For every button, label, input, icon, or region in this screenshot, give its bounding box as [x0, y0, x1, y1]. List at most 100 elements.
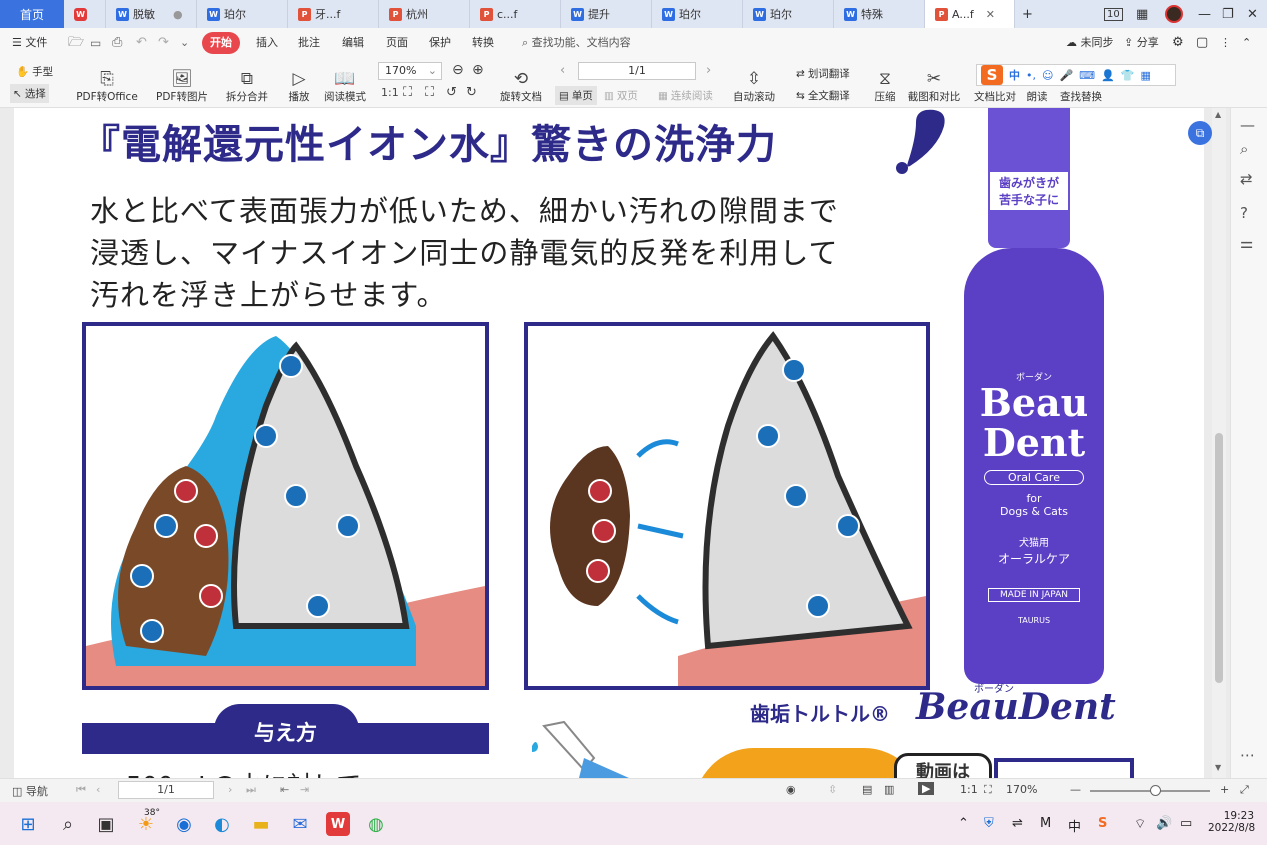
user-icon[interactable]: 👤 — [1101, 69, 1115, 82]
search-input[interactable]: ⌕ 查找功能、文档内容 — [522, 34, 722, 52]
task-view-icon[interactable]: ▣ — [94, 812, 118, 836]
menu-insert[interactable]: 插入 — [256, 32, 278, 54]
grid-icon[interactable]: ▦ — [1136, 0, 1148, 28]
side-translate-icon[interactable]: ⇄ — [1240, 170, 1253, 188]
tray-overflow-icon[interactable]: ⌃ — [958, 816, 969, 831]
security-icon[interactable]: ⛨ — [984, 816, 994, 831]
emoji-icon[interactable]: ☺ — [1042, 69, 1053, 82]
menu-edit[interactable]: 编辑 — [342, 32, 364, 54]
status-fit-page-icon[interactable]: ⛶ — [984, 783, 992, 797]
eye-icon[interactable]: ◉ — [786, 783, 796, 796]
rotate-left-icon[interactable]: ↺ — [446, 85, 457, 100]
side-help-icon[interactable]: ? — [1240, 204, 1248, 222]
restore-icon[interactable]: ❐ — [1222, 0, 1234, 28]
double-page-button[interactable]: ▥ 双页 — [604, 88, 638, 103]
sync-status[interactable]: ☁ 未同步 — [1066, 32, 1114, 54]
floating-tools-icon[interactable]: ⧉ — [1188, 121, 1212, 145]
nav-toggle[interactable]: ◫ 导航 — [12, 783, 48, 799]
status-zoom-out-icon[interactable]: — — [1070, 783, 1081, 796]
play-button[interactable]: ▷ 播放 — [284, 62, 314, 104]
tab-doc-5[interactable]: P c...f — [470, 0, 561, 28]
tab-doc-active[interactable]: P A...f ✕ — [925, 0, 1015, 28]
side-more-icon[interactable]: ⋯ — [1240, 746, 1255, 764]
split-merge-button[interactable]: ⧉ 拆分合并 — [219, 62, 275, 104]
last-page-icon[interactable]: ⏭ — [246, 783, 256, 797]
compress-button[interactable]: ⧖ 压缩 — [870, 62, 900, 104]
close-icon[interactable]: ✕ — [986, 8, 995, 21]
zoom-select[interactable]: 170% ⌄ — [378, 62, 442, 80]
clock[interactable]: 19:23 2022/8/8 — [1208, 810, 1255, 834]
avatar[interactable] — [1165, 0, 1183, 28]
browser-icon[interactable]: ◉ — [172, 812, 196, 836]
fit-page-icon[interactable]: ⛶ — [403, 85, 412, 100]
menu-start[interactable]: 开始 — [202, 32, 240, 54]
wps-app-tab[interactable]: W — [64, 0, 106, 28]
fit-icon[interactable]: ⇳ — [828, 783, 837, 796]
edge-icon[interactable]: ◐ — [210, 812, 234, 836]
print-icon[interactable]: ⎙ — [112, 32, 122, 54]
side-panel-top-icon[interactable]: — — [1240, 116, 1255, 134]
screenshot-compare-button[interactable]: ✂ 截图和对比 — [904, 62, 964, 104]
windows-start-icon[interactable]: ⊞ — [16, 812, 40, 836]
taskbar-search-icon[interactable]: ⌕ — [56, 812, 80, 836]
menu-convert[interactable]: 转换 — [472, 32, 494, 54]
continuous-read-button[interactable]: ▦ 连续阅读 — [658, 88, 713, 103]
status-double-page-icon[interactable]: ▥ — [884, 783, 894, 796]
status-play-icon[interactable]: ▶ — [918, 782, 935, 795]
skin-icon[interactable]: 👕 — [1121, 69, 1135, 82]
pdf-to-image-button[interactable]: 🖼 PDF转图片 — [152, 62, 212, 104]
add-tab-button[interactable]: + — [1022, 0, 1033, 28]
back-icon[interactable]: ⇤ — [280, 783, 289, 796]
auto-scroll-button[interactable]: ⇳ 自动滚动 — [726, 62, 782, 104]
ime-toolbar[interactable]: S 中 •, ☺ 🎤 ⌨ 👤 👕 ▦ — [976, 64, 1176, 86]
scroll-down-icon[interactable]: ▼ — [1215, 763, 1221, 772]
punctuation-icon[interactable]: •, — [1026, 69, 1036, 82]
full-translate-button[interactable]: ⇆ 全文翻译 — [796, 88, 850, 103]
mail-icon[interactable]: ✉ — [288, 812, 312, 836]
pdf-to-office-button[interactable]: ⎘ PDF转Office — [72, 62, 142, 104]
scroll-up-icon[interactable]: ▲ — [1215, 110, 1221, 119]
menu-protect[interactable]: 保护 — [429, 32, 451, 54]
close-window-icon[interactable]: ✕ — [1247, 0, 1258, 28]
tab-doc-3[interactable]: P 牙...f — [288, 0, 379, 28]
fit-width-icon[interactable]: ⛶ — [425, 85, 434, 100]
save-icon[interactable]: ▭ — [90, 32, 101, 54]
share-button[interactable]: ⇪ 分享 — [1124, 32, 1159, 54]
battery-icon[interactable]: ▭ — [1180, 816, 1192, 831]
comment-icon[interactable]: ▢ — [1196, 32, 1208, 54]
zoom-slider[interactable] — [1090, 785, 1210, 796]
status-page-input[interactable]: 1/1 — [118, 781, 214, 799]
tab-doc-9[interactable]: W 特殊 — [834, 0, 925, 28]
redo-icon[interactable]: ↷ — [158, 32, 169, 54]
tab-doc-2[interactable]: W 珀尔 — [197, 0, 288, 28]
more-icon[interactable]: ⋮ — [1220, 32, 1231, 54]
tab-doc-6[interactable]: W 提升 — [561, 0, 652, 28]
zoom-slider-thumb[interactable] — [1150, 785, 1161, 796]
menu-annotate[interactable]: 批注 — [298, 32, 320, 54]
document-viewport[interactable]: 『電解還元性イオン水』驚きの洗浄力 水と比べて表面張力が低いため、細かい汚れの隙… — [0, 108, 1230, 778]
next-page-status-icon[interactable]: › — [228, 783, 232, 796]
select-tool[interactable]: ↖ 选择 — [10, 84, 49, 103]
forward-icon[interactable]: ⇥ — [300, 783, 309, 796]
settings-icon[interactable]: ⚙ — [1172, 32, 1184, 54]
volume-icon[interactable]: 🔊 — [1156, 816, 1172, 831]
next-page-icon[interactable]: › — [706, 63, 711, 78]
word-translate-button[interactable]: ⇄ 划词翻译 — [796, 66, 850, 81]
single-page-button[interactable]: ▤ 单页 — [555, 86, 597, 105]
vertical-scrollbar[interactable]: ▲ ▼ — [1212, 108, 1226, 778]
tab-count-badge[interactable]: 10 — [1104, 0, 1123, 28]
tab-doc-8[interactable]: W 珀尔 — [743, 0, 834, 28]
first-page-icon[interactable]: ⏮ — [76, 783, 86, 797]
mic-icon[interactable]: 🎤 — [1059, 69, 1073, 82]
status-zoom[interactable]: 170% — [1006, 783, 1037, 796]
hand-tool[interactable]: ✋ 手型 — [16, 64, 53, 79]
tab-doc-7[interactable]: W 珀尔 — [652, 0, 743, 28]
customize-icon[interactable]: ⌄ — [180, 32, 189, 54]
prev-page-icon[interactable]: ‹ — [560, 63, 565, 78]
side-settings-icon[interactable]: ⚌ — [1240, 234, 1253, 252]
side-search-icon[interactable]: ⌕ — [1240, 140, 1248, 158]
file-explorer-icon[interactable]: ▬ — [249, 812, 273, 836]
file-menu[interactable]: ☰ 文件 — [12, 32, 47, 54]
status-actual-size-icon[interactable]: 1:1 — [960, 783, 978, 796]
status-single-page-icon[interactable]: ▤ — [862, 783, 872, 796]
